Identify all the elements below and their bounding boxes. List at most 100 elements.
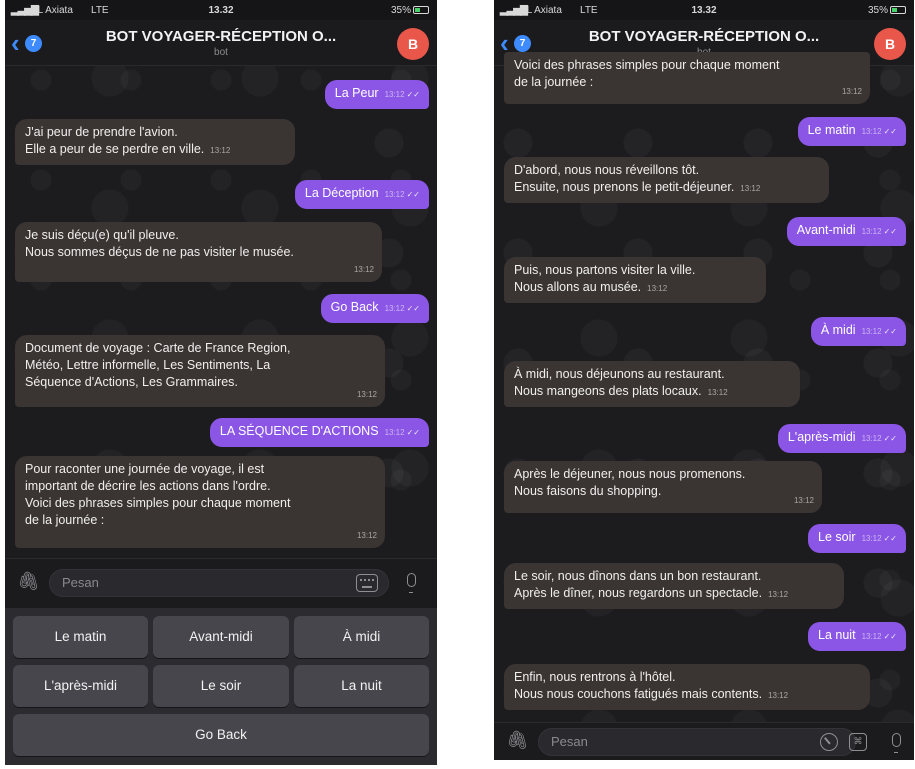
paperclip-icon[interactable]: 🖇 (17, 571, 40, 592)
message-incoming[interactable]: Enfin, nous rentrons à l'hôtel. Nous nou… (504, 664, 870, 710)
keyboard-icon[interactable] (356, 574, 378, 592)
message-outgoing[interactable]: LA SÉQUENCE D'ACTIONS 13:12 ✓✓ (209, 418, 429, 447)
message-input-bar: 🖇 Pesan (5, 558, 437, 608)
message-incoming[interactable]: Puis, nous partons visiter la ville. Nou… (504, 257, 766, 303)
message-text: À midi (820, 323, 856, 337)
message-incoming[interactable]: À midi, nous déjeunons au restaurant. No… (504, 361, 800, 407)
battery-percent: 35% (390, 5, 411, 16)
status-bar: ▂▃▅▇ XL Axiata LTE 13.32 35% (5, 0, 437, 20)
message-input[interactable]: Pesan (49, 569, 389, 597)
message-text: Enfin, nous rentrons à l'hôtel. Nous nou… (514, 670, 763, 701)
message-time: 13:12 (861, 327, 882, 336)
message-outgoing[interactable]: À midi 13:12 ✓✓ (810, 317, 906, 346)
message-incoming[interactable]: D'abord, nous nous réveillons tôt. Ensui… (504, 157, 829, 203)
read-check-icon: ✓✓ (883, 632, 897, 641)
message-time: 13:12 (384, 304, 405, 313)
message-incoming[interactable]: Je suis déçu(e) qu'il pleuve. Nous somme… (15, 222, 382, 282)
message-outgoing[interactable]: Le soir 13:12 ✓✓ (808, 524, 906, 553)
message-text: J'ai peur de prendre l'avion. Elle a peu… (25, 125, 205, 156)
microphone-icon[interactable] (892, 733, 901, 753)
avatar[interactable]: B (397, 28, 429, 60)
bot-commands-icon[interactable]: ⌘ (849, 733, 867, 751)
message-text: Document de voyage : Carte de France Reg… (25, 341, 291, 389)
read-check-icon: ✓✓ (883, 434, 897, 443)
read-check-icon: ✓✓ (883, 127, 897, 136)
battery-indicator: 35% (868, 5, 906, 16)
kb-button-a-midi[interactable]: À midi (294, 616, 429, 658)
read-check-icon: ✓✓ (406, 190, 420, 199)
message-incoming[interactable]: Voici des phrases simples pour chaque mo… (504, 52, 870, 104)
message-incoming[interactable]: Après le déjeuner, nous nous promenons. … (504, 461, 822, 513)
chat-title[interactable]: BOT VOYAGER-RÉCEPTION O... (55, 28, 387, 45)
message-time: 13:12 (707, 388, 728, 397)
message-input[interactable]: Pesan (538, 728, 856, 756)
message-text: Le soir, nous dînons dans un bon restaur… (514, 569, 763, 600)
message-text: La nuit (818, 628, 856, 642)
message-time: 13:12 (740, 184, 761, 193)
message-time: 13:12 (647, 284, 668, 293)
message-time: 13:12 (384, 190, 405, 199)
message-outgoing[interactable]: La Peur 13:12 ✓✓ (324, 80, 429, 109)
kb-button-le-matin[interactable]: Le matin (13, 616, 148, 658)
input-placeholder: Pesan (62, 575, 99, 590)
message-text: À midi, nous déjeunons au restaurant. No… (514, 367, 725, 398)
message-text: Avant-midi (796, 223, 856, 237)
kb-button-go-back[interactable]: Go Back (13, 714, 429, 756)
message-time: 13:12 (210, 146, 231, 155)
message-outgoing[interactable]: L'après-midi 13:12 ✓✓ (777, 424, 906, 453)
clock: 13.32 (208, 5, 234, 16)
read-check-icon: ✓✓ (883, 327, 897, 336)
clock: 13.32 (691, 5, 717, 16)
battery-indicator: 35% (391, 5, 429, 16)
message-outgoing[interactable]: Le matin 13:12 ✓✓ (797, 117, 906, 146)
message-text: Le soir (818, 530, 856, 544)
message-time: 13:12 (384, 428, 405, 437)
message-text: Go Back (330, 300, 379, 314)
chat-screen-left: ▂▃▅▇ XL Axiata LTE 13.32 35% ‹ 7 BOT VOY… (5, 0, 437, 765)
avatar[interactable]: B (874, 28, 906, 60)
message-incoming[interactable]: Le soir, nous dînons dans un bon restaur… (504, 563, 844, 609)
chat-header: ‹ 7 BOT VOYAGER-RÉCEPTION O... bot B (5, 20, 437, 66)
status-bar: ▂▃▅▇ XL Axiata LTE 13.32 35% (494, 0, 914, 20)
message-time: 13:12 (861, 434, 882, 443)
message-time: 13:12 (861, 127, 882, 136)
message-text: La Peur (334, 86, 379, 100)
chat-title[interactable]: BOT VOYAGER-RÉCEPTION O... (544, 28, 864, 45)
message-time: 13:12 (768, 590, 789, 599)
message-incoming[interactable]: J'ai peur de prendre l'avion. Elle a peu… (15, 119, 295, 165)
chat-subtitle: bot (214, 47, 228, 58)
message-text: La Déception (304, 186, 379, 200)
read-check-icon: ✓✓ (406, 90, 420, 99)
message-time: 13:12 (861, 632, 882, 641)
message-outgoing[interactable]: Avant-midi 13:12 ✓✓ (786, 217, 906, 246)
message-text: L'après-midi (787, 430, 856, 444)
message-time: 13:12 (841, 87, 862, 96)
paperclip-icon[interactable]: 🖇 (506, 730, 529, 751)
battery-icon (413, 6, 429, 15)
message-time: 13:12 (356, 531, 377, 540)
message-time: 13:12 (793, 496, 814, 505)
message-text: Voici des phrases simples pour chaque mo… (514, 58, 780, 89)
message-time: 13:12 (861, 227, 882, 236)
message-incoming[interactable]: Document de voyage : Carte de France Reg… (15, 335, 385, 407)
kb-button-l-apres-midi[interactable]: L'après-midi (13, 665, 148, 707)
battery-icon (890, 6, 906, 15)
message-text: LA SÉQUENCE D'ACTIONS (219, 424, 379, 438)
message-outgoing[interactable]: La nuit 13:12 ✓✓ (808, 622, 906, 651)
message-time: 13:12 (768, 691, 789, 700)
sticker-icon[interactable] (820, 733, 838, 751)
message-incoming[interactable]: Pour raconter une journée de voyage, il … (15, 456, 385, 548)
message-outgoing[interactable]: La Déception 13:12 ✓✓ (294, 180, 429, 209)
message-time: 13:12 (861, 534, 882, 543)
kb-button-avant-midi[interactable]: Avant-midi (153, 616, 289, 658)
message-text: Puis, nous partons visiter la ville. Nou… (514, 263, 696, 294)
message-text: Le matin (807, 123, 856, 137)
input-placeholder: Pesan (551, 734, 588, 749)
message-text: Pour raconter une journée de voyage, il … (25, 462, 291, 527)
kb-button-le-soir[interactable]: Le soir (153, 665, 289, 707)
kb-button-la-nuit[interactable]: La nuit (294, 665, 429, 707)
microphone-icon[interactable] (407, 573, 416, 593)
chat-screen-right: ▂▃▅▇ XL Axiata LTE 13.32 35% ‹ 7 BOT VOY… (494, 0, 914, 760)
message-outgoing[interactable]: Go Back 13:12 ✓✓ (320, 294, 429, 323)
read-check-icon: ✓✓ (406, 428, 420, 437)
